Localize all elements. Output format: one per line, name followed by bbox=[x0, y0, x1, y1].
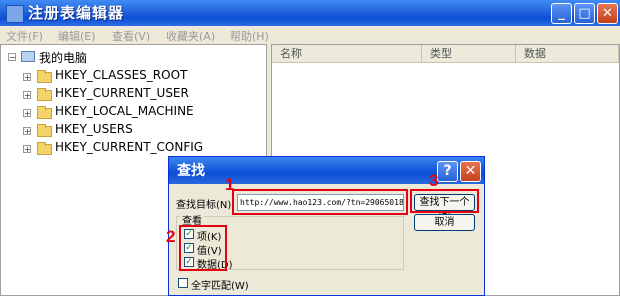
highlight-find-next bbox=[410, 189, 479, 213]
match-whole-checkbox[interactable] bbox=[178, 278, 188, 288]
folder-icon bbox=[37, 88, 52, 101]
close-button[interactable]: ✕ bbox=[597, 3, 618, 24]
menu-help[interactable]: 帮助(H) bbox=[230, 28, 269, 44]
tree-node-root[interactable]: 我的电脑 bbox=[39, 49, 87, 66]
expand-icon[interactable]: + bbox=[23, 109, 31, 118]
folder-icon bbox=[37, 106, 52, 119]
tree-node-hkcc[interactable]: HKEY_CURRENT_CONFIG bbox=[55, 140, 203, 154]
column-type[interactable]: 类型 bbox=[422, 45, 516, 63]
tree-node-hku[interactable]: HKEY_USERS bbox=[55, 122, 133, 136]
expand-icon[interactable]: + bbox=[23, 91, 31, 100]
tree-node-hkcr[interactable]: HKEY_CLASSES_ROOT bbox=[55, 68, 187, 82]
annotation-1: 1 bbox=[225, 175, 235, 194]
tree-node-hklm[interactable]: HKEY_LOCAL_MACHINE bbox=[55, 104, 194, 118]
regedit-app-icon bbox=[6, 5, 24, 23]
column-name[interactable]: 名称 bbox=[272, 45, 422, 63]
menu-edit[interactable]: 编辑(E) bbox=[58, 28, 96, 44]
match-whole-label: 全字匹配(W) bbox=[191, 281, 249, 292]
column-data[interactable]: 数据 bbox=[516, 45, 619, 63]
menu-view[interactable]: 查看(V) bbox=[112, 28, 150, 44]
help-button[interactable]: ? bbox=[437, 161, 458, 182]
highlight-target-input bbox=[232, 189, 408, 215]
window-title: 注册表编辑器 bbox=[28, 4, 125, 22]
expand-icon[interactable]: + bbox=[23, 73, 31, 82]
folder-icon bbox=[37, 142, 52, 155]
annotation-3: 3 bbox=[429, 171, 439, 190]
annotation-2: 2 bbox=[166, 227, 176, 246]
find-target-label: 查找目标(N): bbox=[176, 200, 235, 211]
minimize-button[interactable]: _ bbox=[551, 3, 572, 24]
find-dialog-title: 查找 bbox=[177, 163, 205, 179]
menu-bar: 文件(F) 编辑(E) 查看(V) 收藏夹(A) 帮助(H) bbox=[0, 26, 620, 44]
folder-icon bbox=[37, 124, 52, 137]
tree-node-hkcu[interactable]: HKEY_CURRENT_USER bbox=[55, 86, 189, 100]
title-bar: 注册表编辑器 _ □ ✕ bbox=[0, 0, 620, 26]
menu-file[interactable]: 文件(F) bbox=[6, 28, 43, 44]
maximize-button[interactable]: □ bbox=[574, 3, 595, 24]
folder-icon bbox=[37, 70, 52, 83]
my-computer-icon bbox=[21, 51, 35, 62]
collapse-icon[interactable]: − bbox=[8, 53, 16, 62]
expand-icon[interactable]: + bbox=[23, 127, 31, 136]
cancel-button[interactable]: 取消 bbox=[414, 214, 475, 231]
dialog-close-button[interactable]: ✕ bbox=[460, 161, 481, 182]
menu-favorites[interactable]: 收藏夹(A) bbox=[166, 28, 215, 44]
expand-icon[interactable]: + bbox=[23, 145, 31, 154]
highlight-checkboxes bbox=[179, 225, 227, 271]
